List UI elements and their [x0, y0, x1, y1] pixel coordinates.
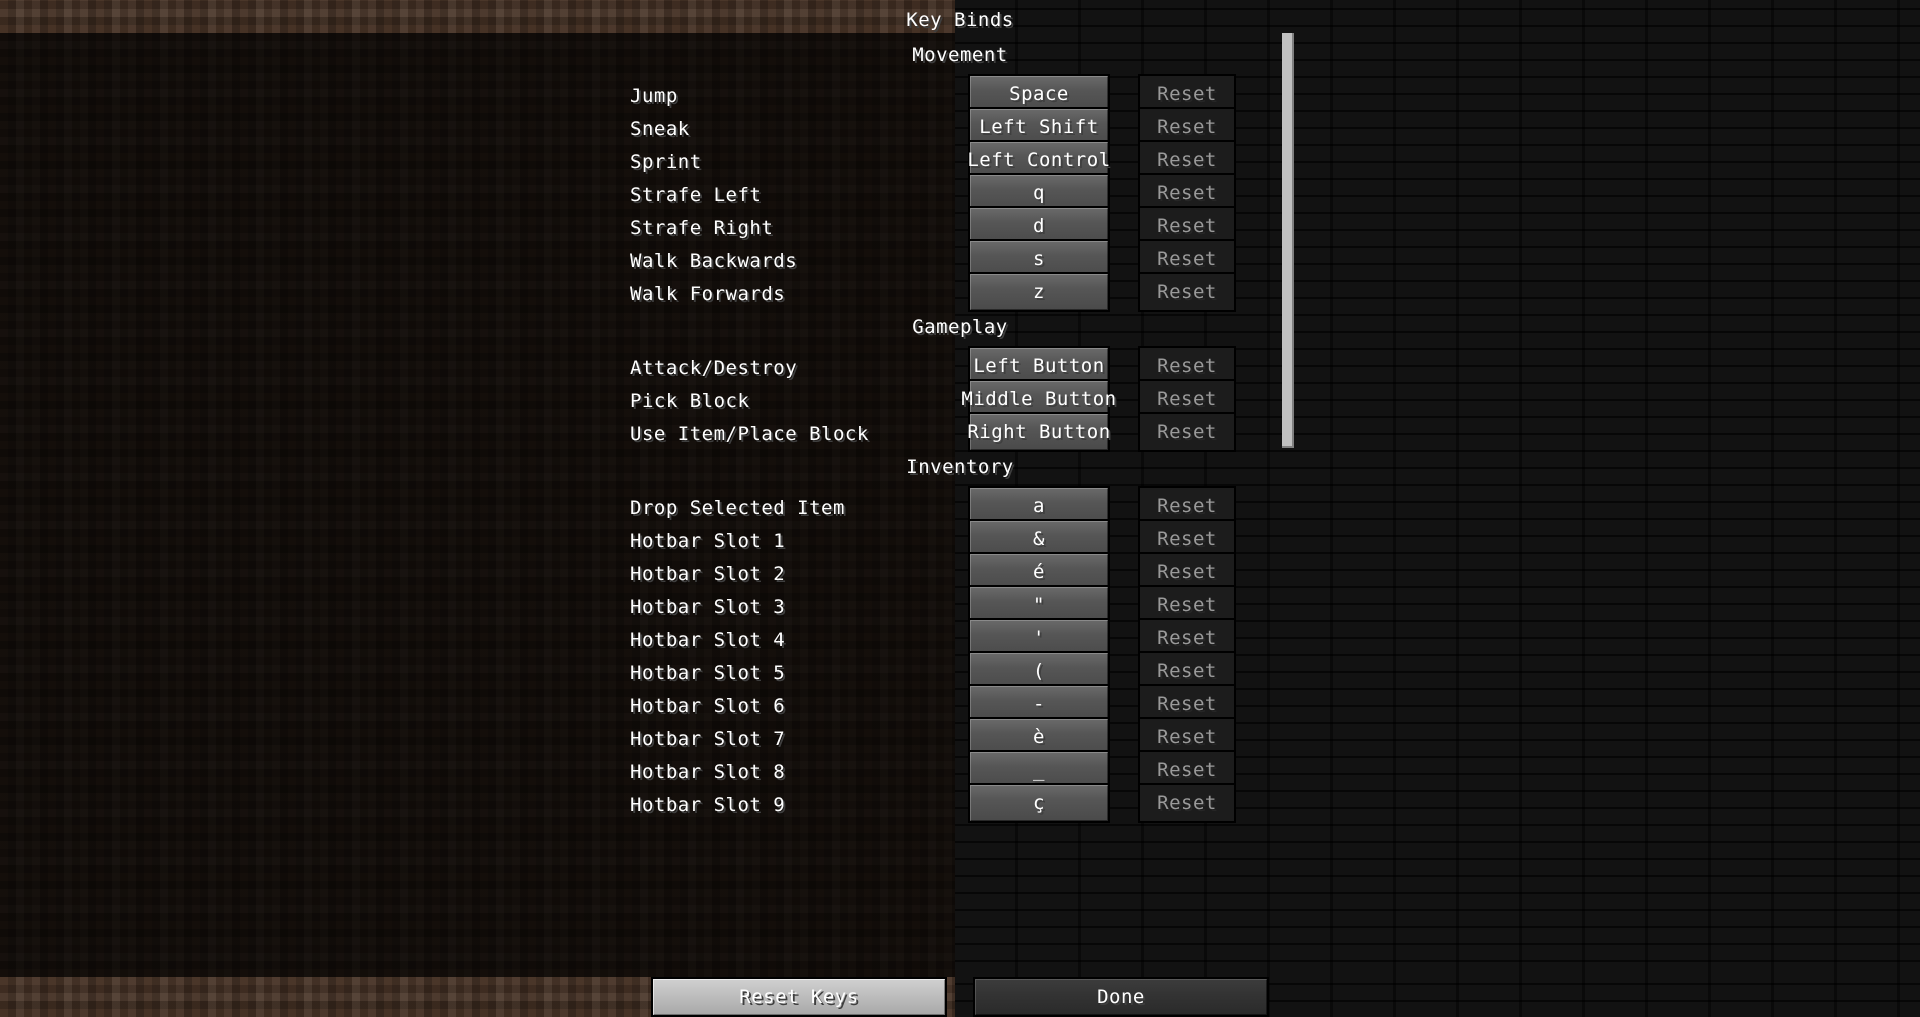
key-bind-row: Hotbar Slot 8 _ Reset: [0, 750, 1920, 790]
key-bind-row: Hotbar Slot 3 " Reset: [0, 585, 1920, 625]
key-bind-button-label: &: [1033, 528, 1045, 550]
page-title: Key Binds: [906, 9, 1014, 31]
key-bind-action-label: Hotbar Slot 2: [630, 563, 786, 585]
key-bind-action-label: Jump: [630, 85, 678, 107]
reset-bind-button-label: Reset: [1157, 355, 1217, 377]
reset-bind-button-label: Reset: [1157, 495, 1217, 517]
key-bind-action-label: Strafe Right: [630, 217, 774, 239]
key-bind-row: Hotbar Slot 5 ( Reset: [0, 651, 1920, 691]
reset-bind-button-label: Reset: [1157, 627, 1217, 649]
key-bind-button-label: è: [1033, 726, 1045, 748]
key-bind-row: Drop Selected Item a Reset: [0, 486, 1920, 526]
done-button[interactable]: Done: [973, 977, 1269, 1017]
key-bind-button-label: Left Button: [973, 355, 1105, 377]
key-bind-row: Jump Space Reset: [0, 74, 1920, 114]
reset-bind-button-label: Reset: [1157, 83, 1217, 105]
reset-bind-button-label: Reset: [1157, 421, 1217, 443]
key-bind-action-label: Hotbar Slot 9: [630, 794, 786, 816]
key-bind-row: Strafe Right d Reset: [0, 206, 1920, 246]
key-bind-button-label: d: [1033, 215, 1045, 237]
key-bind-row: Attack/Destroy Left Button Reset: [0, 346, 1920, 386]
reset-bind-button-label: Reset: [1157, 182, 1217, 204]
key-bind-row: Hotbar Slot 6 - Reset: [0, 684, 1920, 724]
reset-bind-button-label: Reset: [1157, 594, 1217, 616]
key-bind-action-label: Use Item/Place Block: [630, 423, 869, 445]
key-bind-button-label: é: [1033, 561, 1045, 583]
key-bind-button-label: ": [1033, 594, 1045, 616]
key-bind-button-label: Space: [1009, 83, 1069, 105]
key-bind-action-label: Hotbar Slot 8: [630, 761, 786, 783]
reset-bind-button-label: Reset: [1157, 116, 1217, 138]
reset-bind-button-label: Reset: [1157, 215, 1217, 237]
key-bind-button-label: -: [1033, 693, 1045, 715]
key-bind-action-label: Hotbar Slot 5: [630, 662, 786, 684]
reset-bind-button: Reset: [1138, 412, 1236, 452]
reset-keys-button-label: Reset Keys: [739, 986, 859, 1008]
key-bind-row: Walk Backwards s Reset: [0, 239, 1920, 279]
key-bind-button-label: Right Button: [967, 421, 1111, 443]
reset-bind-button-label: Reset: [1157, 792, 1217, 814]
key-bind-button-label: _: [1033, 759, 1045, 781]
section-header-inventory: Inventory: [906, 456, 1014, 478]
key-bind-action-label: Strafe Left: [630, 184, 762, 206]
key-bind-button-label: s: [1033, 248, 1045, 270]
key-bind-row: Strafe Left q Reset: [0, 173, 1920, 213]
reset-bind-button-label: Reset: [1157, 149, 1217, 171]
key-bind-button-label: ': [1033, 627, 1045, 649]
key-bind-action-label: Sneak: [630, 118, 690, 140]
reset-bind-button-label: Reset: [1157, 726, 1217, 748]
key-bind-row: Hotbar Slot 4 ' Reset: [0, 618, 1920, 658]
reset-bind-button: Reset: [1138, 272, 1236, 312]
key-bind-action-label: Hotbar Slot 4: [630, 629, 786, 651]
reset-bind-button-label: Reset: [1157, 281, 1217, 303]
key-bind-action-label: Drop Selected Item: [630, 497, 845, 519]
done-button-label: Done: [1097, 986, 1145, 1008]
reset-bind-button-label: Reset: [1157, 528, 1217, 550]
reset-bind-button: Reset: [1138, 783, 1236, 823]
key-bind-button-label: (: [1033, 660, 1045, 682]
key-bind-row: Pick Block Middle Button Reset: [0, 379, 1920, 419]
section-header-movement: Movement: [912, 44, 1008, 66]
key-bind-row: Hotbar Slot 1 & Reset: [0, 519, 1920, 559]
key-bind-row: Walk Forwards z Reset: [0, 272, 1920, 312]
key-bind-action-label: Walk Backwards: [630, 250, 798, 272]
key-bind-action-label: Attack/Destroy: [630, 357, 798, 379]
key-bind-action-label: Hotbar Slot 1: [630, 530, 786, 552]
key-bind-button-label: Left Control: [967, 149, 1111, 171]
reset-bind-button-label: Reset: [1157, 660, 1217, 682]
scrollbar-thumb[interactable]: [1282, 33, 1294, 448]
key-bind-action-label: Pick Block: [630, 390, 750, 412]
key-bind-row: Hotbar Slot 2 é Reset: [0, 552, 1920, 592]
key-bind-button[interactable]: z: [968, 272, 1110, 312]
reset-bind-button-label: Reset: [1157, 561, 1217, 583]
scrollbar-track[interactable]: [1282, 33, 1294, 977]
reset-bind-button-label: Reset: [1157, 248, 1217, 270]
key-bind-action-label: Sprint: [630, 151, 702, 173]
key-bind-button-label: Left Shift: [979, 116, 1099, 138]
key-bind-button-label: a: [1033, 495, 1045, 517]
key-bind-button-label: z: [1033, 281, 1045, 303]
reset-bind-button-label: Reset: [1157, 693, 1217, 715]
key-bind-row: Hotbar Slot 7 è Reset: [0, 717, 1920, 757]
section-header-gameplay: Gameplay: [912, 316, 1008, 338]
key-binds-list[interactable]: Movement Jump Space Reset Sneak Left Shift Res…: [0, 33, 1920, 977]
key-bind-row: Sneak Left Shift Reset: [0, 107, 1920, 147]
reset-bind-button-label: Reset: [1157, 388, 1217, 410]
reset-keys-button[interactable]: Reset Keys: [651, 977, 947, 1017]
key-bind-button[interactable]: Right Button: [967, 412, 1111, 452]
key-bind-button[interactable]: ç: [968, 783, 1110, 823]
key-bind-button-label: Middle Button: [961, 388, 1117, 410]
key-bind-row: Sprint Left Control Reset: [0, 140, 1920, 180]
footer-button-bar: Reset Keys Done: [0, 977, 1920, 1017]
key-bind-action-label: Hotbar Slot 6: [630, 695, 786, 717]
key-bind-row: Use Item/Place Block Right Button Reset: [0, 412, 1920, 452]
key-bind-button-label: q: [1033, 182, 1045, 204]
key-binds-screen: Key Binds Movement Jump Space Reset Sneak Lef…: [0, 0, 1920, 1017]
key-bind-action-label: Hotbar Slot 3: [630, 596, 786, 618]
key-bind-row: Hotbar Slot 9 ç Reset: [0, 783, 1920, 823]
key-bind-action-label: Hotbar Slot 7: [630, 728, 786, 750]
key-bind-button-label: ç: [1033, 792, 1045, 814]
reset-bind-button-label: Reset: [1157, 759, 1217, 781]
key-bind-action-label: Walk Forwards: [630, 283, 786, 305]
